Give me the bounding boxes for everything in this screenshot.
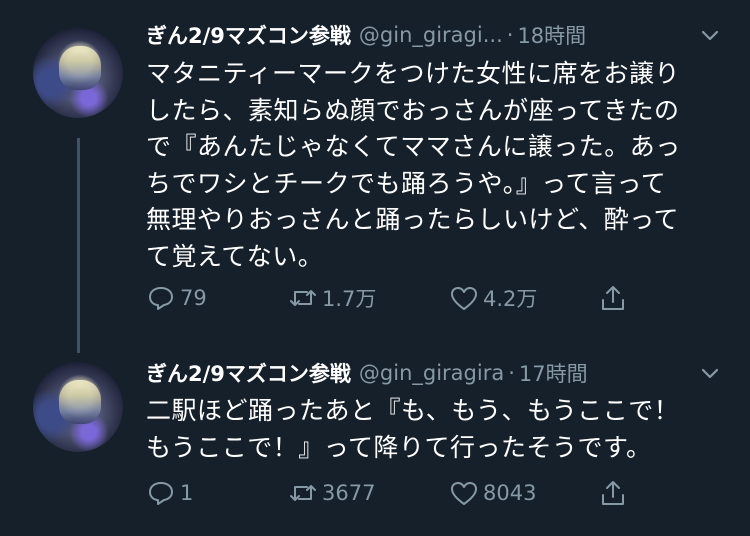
chevron-down-icon[interactable] (700, 364, 720, 384)
separator-dot: · (508, 361, 515, 385)
tweet-actions: 1 3677 8043 (146, 478, 646, 512)
share-icon (602, 481, 624, 505)
share-icon (602, 286, 624, 310)
reply-button[interactable]: 79 (146, 283, 207, 313)
timestamp[interactable]: 17時間 (519, 358, 588, 388)
heart-icon (451, 482, 477, 505)
reply-icon (149, 287, 173, 310)
chevron-down-icon[interactable] (700, 26, 720, 46)
display-name[interactable]: ぎん2/9マズコン参戦 (146, 20, 351, 50)
like-button[interactable]: 8043 (449, 478, 536, 508)
heart-icon (451, 287, 477, 310)
reply-count: 79 (180, 286, 207, 310)
like-count: 8043 (483, 481, 537, 505)
retweet-button[interactable]: 1.7万 (288, 283, 376, 313)
retweet-icon (290, 485, 316, 501)
retweet-count: 1.7万 (322, 287, 377, 311)
retweet-button[interactable]: 3677 (288, 478, 375, 508)
reply-button[interactable]: 1 (146, 478, 193, 508)
user-handle[interactable]: @gin_giragi... (359, 23, 503, 47)
reply-count: 1 (180, 481, 194, 505)
thread-connector-line (77, 138, 80, 353)
user-handle[interactable]: @gin_giragira (359, 361, 504, 385)
avatar[interactable] (33, 362, 123, 452)
share-button[interactable] (598, 283, 632, 313)
avatar[interactable] (33, 28, 123, 118)
timestamp[interactable]: 18時間 (517, 20, 586, 50)
retweet-icon (290, 290, 316, 306)
tweet-actions: 79 1.7万 4.2万 (146, 283, 646, 317)
reply-icon (149, 482, 173, 505)
share-button[interactable] (598, 478, 632, 508)
retweet-count: 3677 (322, 481, 376, 505)
like-button[interactable]: 4.2万 (449, 283, 537, 313)
tweet-text: 二駅ほど踊ったあと『も、もう、もうここで！ もうここで！』って降りて行ったそうで… (146, 396, 680, 462)
display-name[interactable]: ぎん2/9マズコン参戦 (146, 358, 351, 388)
separator-dot: · (506, 23, 514, 47)
tweet-header: ぎん2/9マズコン参戦 @gin_giragira · 17時間 (146, 358, 588, 388)
tweet-text: マタニティーマークをつけた女性に席をお譲り したら、素知らぬ顔でおっさんが座って… (146, 59, 681, 271)
like-count: 4.2万 (483, 287, 538, 311)
tweet-header: ぎん2/9マズコン参戦 @gin_giragi... · 18時間 (146, 20, 586, 50)
